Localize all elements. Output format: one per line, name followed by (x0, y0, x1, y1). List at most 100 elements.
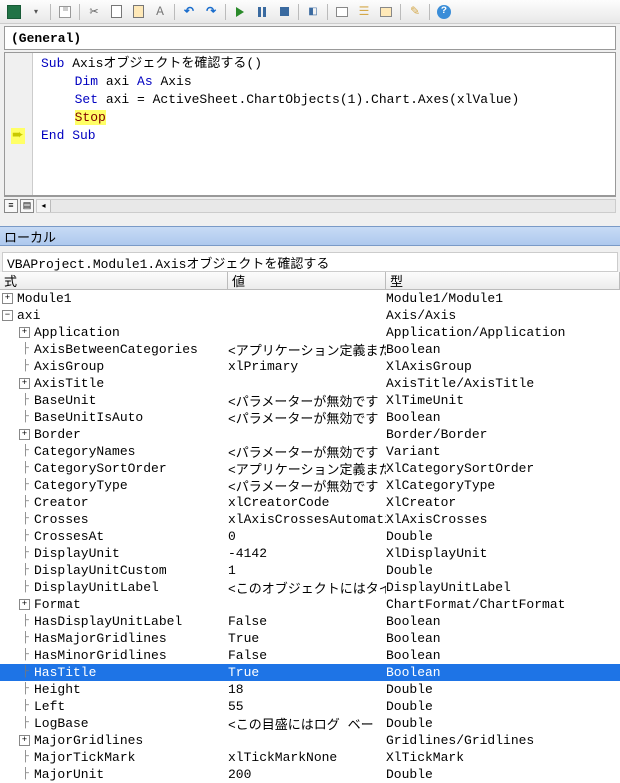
paste-icon[interactable] (128, 3, 148, 21)
code-body[interactable]: Sub Axisオブジェクトを確認する() Dim axi As Axis Se… (33, 53, 615, 195)
project-explorer-icon[interactable] (332, 3, 352, 21)
tree-branch-icon (17, 462, 34, 474)
dropdown-icon[interactable]: ▾ (26, 3, 46, 21)
collapse-icon[interactable]: − (2, 310, 13, 321)
locals-tree[interactable]: +Module1Module1/Module1−axiAxis/Axis + App… (0, 290, 620, 783)
locals-row[interactable]: −axiAxis/Axis (0, 307, 620, 324)
locals-row[interactable]: CategoryNames<パラメーターが無効ですVariant (0, 443, 620, 460)
locals-row[interactable]: CrossesAt0Double (0, 528, 620, 545)
break-icon[interactable] (252, 3, 272, 21)
locals-row[interactable]: CreatorxlCreatorCodeXlCreator (0, 494, 620, 511)
locals-row[interactable]: AxisGroupxlPrimaryXlAxisGroup (0, 358, 620, 375)
locals-row[interactable]: Height18Double (0, 681, 620, 698)
locals-row[interactable]: DisplayUnit-4142XlDisplayUnit (0, 545, 620, 562)
save-icon[interactable] (55, 3, 75, 21)
locals-expr: MajorTickMark (34, 750, 135, 765)
locals-expr: LogBase (34, 716, 89, 731)
procedure-view-tab[interactable]: ≡ (4, 199, 18, 213)
locals-row[interactable]: MajorUnit200Double (0, 766, 620, 783)
procedure-dropdown[interactable]: (General) (4, 26, 616, 50)
code-editor[interactable]: Sub Axisオブジェクトを確認する() Dim axi As Axis Se… (4, 52, 616, 196)
locals-value: True (228, 631, 386, 646)
header-value[interactable]: 値 (228, 272, 386, 290)
locals-grid-header: 式 値 型 (0, 272, 620, 290)
expand-icon[interactable]: + (19, 599, 30, 610)
object-browser-icon[interactable] (376, 3, 396, 21)
locals-value: xlCreatorCode (228, 495, 386, 510)
locals-expr: HasMajorGridlines (34, 631, 167, 646)
help-icon[interactable]: ? (434, 3, 454, 21)
locals-value: 0 (228, 529, 386, 544)
locals-value: <この目盛にはログ ベー (228, 714, 386, 733)
locals-value: xlPrimary (228, 359, 386, 374)
locals-row[interactable]: +MajorGridlinesGridlines/Gridlines (0, 732, 620, 749)
design-icon[interactable]: ◧ (303, 3, 323, 21)
locals-window-title: ローカル (0, 226, 620, 246)
locals-type: Module1/Module1 (386, 291, 620, 306)
locals-type: Border/Border (386, 427, 620, 442)
reset-icon[interactable] (274, 3, 294, 21)
undo-icon[interactable]: ↶ (179, 3, 199, 21)
locals-type: Boolean (386, 665, 620, 680)
locals-row[interactable]: +Module1Module1/Module1 (0, 290, 620, 307)
locals-type: Variant (386, 444, 620, 459)
locals-row[interactable]: +AxisTitleAxisTitle/AxisTitle (0, 375, 620, 392)
locals-value: xlTickMarkNone (228, 750, 386, 765)
expand-icon[interactable]: + (2, 293, 13, 304)
locals-row[interactable]: +ApplicationApplication/Application (0, 324, 620, 341)
locals-type: Double (386, 529, 620, 544)
locals-expr: Left (34, 699, 65, 714)
header-expression[interactable]: 式 (0, 272, 228, 290)
full-module-view-tab[interactable]: ▤ (20, 199, 34, 213)
locals-row[interactable]: CategoryType<パラメーターが無効ですXlCategoryType (0, 477, 620, 494)
locals-row[interactable]: BaseUnit<パラメーターが無効ですXlTimeUnit (0, 392, 620, 409)
locals-expr: CategoryNames (34, 444, 135, 459)
locals-context[interactable]: VBAProject.Module1.Axisオブジェクトを確認する (2, 252, 618, 272)
find-icon[interactable]: A (150, 3, 170, 21)
locals-row[interactable]: HasDisplayUnitLabelFalseBoolean (0, 613, 620, 630)
cut-icon[interactable]: ✂ (84, 3, 104, 21)
locals-expr: CategorySortOrder (34, 461, 167, 476)
tree-branch-icon (17, 513, 34, 525)
locals-row[interactable]: CategorySortOrder<アプリケーション定義またXlCategory… (0, 460, 620, 477)
locals-row[interactable]: HasMinorGridlinesFalseBoolean (0, 647, 620, 664)
locals-row[interactable]: HasMajorGridlinesTrueBoolean (0, 630, 620, 647)
locals-row[interactable]: AxisBetweenCategories<アプリケーション定義またBoolea… (0, 341, 620, 358)
locals-row[interactable]: Left55Double (0, 698, 620, 715)
properties-icon[interactable]: ☰ (354, 3, 374, 21)
locals-row[interactable]: BaseUnitIsAuto<パラメーターが無効ですBoolean (0, 409, 620, 426)
locals-expr: Border (34, 427, 81, 442)
locals-expr: MajorGridlines (34, 733, 143, 748)
locals-row[interactable]: HasTitleTrueBoolean (0, 664, 620, 681)
locals-type: ChartFormat/ChartFormat (386, 597, 620, 612)
header-type[interactable]: 型 (386, 272, 620, 290)
copy-icon[interactable] (106, 3, 126, 21)
locals-row[interactable]: DisplayUnitLabel<このオブジェクトにはタイDisplayUnit… (0, 579, 620, 596)
locals-row[interactable]: LogBase <この目盛にはログ ベーDouble (0, 715, 620, 732)
locals-type: XlTimeUnit (386, 393, 620, 408)
excel-icon[interactable] (4, 3, 24, 21)
run-icon[interactable] (230, 3, 250, 21)
locals-expr: Application (34, 325, 120, 340)
redo-icon[interactable]: ↶ (201, 3, 221, 21)
locals-type: DisplayUnitLabel (386, 580, 620, 595)
locals-type: Boolean (386, 410, 620, 425)
locals-row[interactable]: DisplayUnitCustom1Double (0, 562, 620, 579)
expand-icon[interactable]: + (19, 735, 30, 746)
locals-expr: axi (17, 308, 40, 323)
locals-expr: DisplayUnitLabel (34, 580, 159, 595)
locals-row[interactable]: +FormatChartFormat/ChartFormat (0, 596, 620, 613)
tree-branch-icon (17, 496, 34, 508)
locals-row[interactable]: + Border Border/Border (0, 426, 620, 443)
locals-value: 200 (228, 767, 386, 782)
locals-row[interactable]: MajorTickMarkxlTickMarkNoneXlTickMark (0, 749, 620, 766)
locals-row[interactable]: CrossesxlAxisCrossesAutomaticXlAxisCross… (0, 511, 620, 528)
toolbox-icon[interactable]: ✎ (405, 3, 425, 21)
expand-icon[interactable]: + (19, 378, 30, 389)
tree-branch-icon (17, 564, 34, 576)
horizontal-scrollbar[interactable]: ◂ (36, 199, 616, 213)
expand-icon[interactable]: + (19, 327, 30, 338)
locals-type: Double (386, 716, 620, 731)
locals-value: <アプリケーション定義また (228, 340, 386, 359)
expand-icon[interactable]: + (19, 429, 30, 440)
